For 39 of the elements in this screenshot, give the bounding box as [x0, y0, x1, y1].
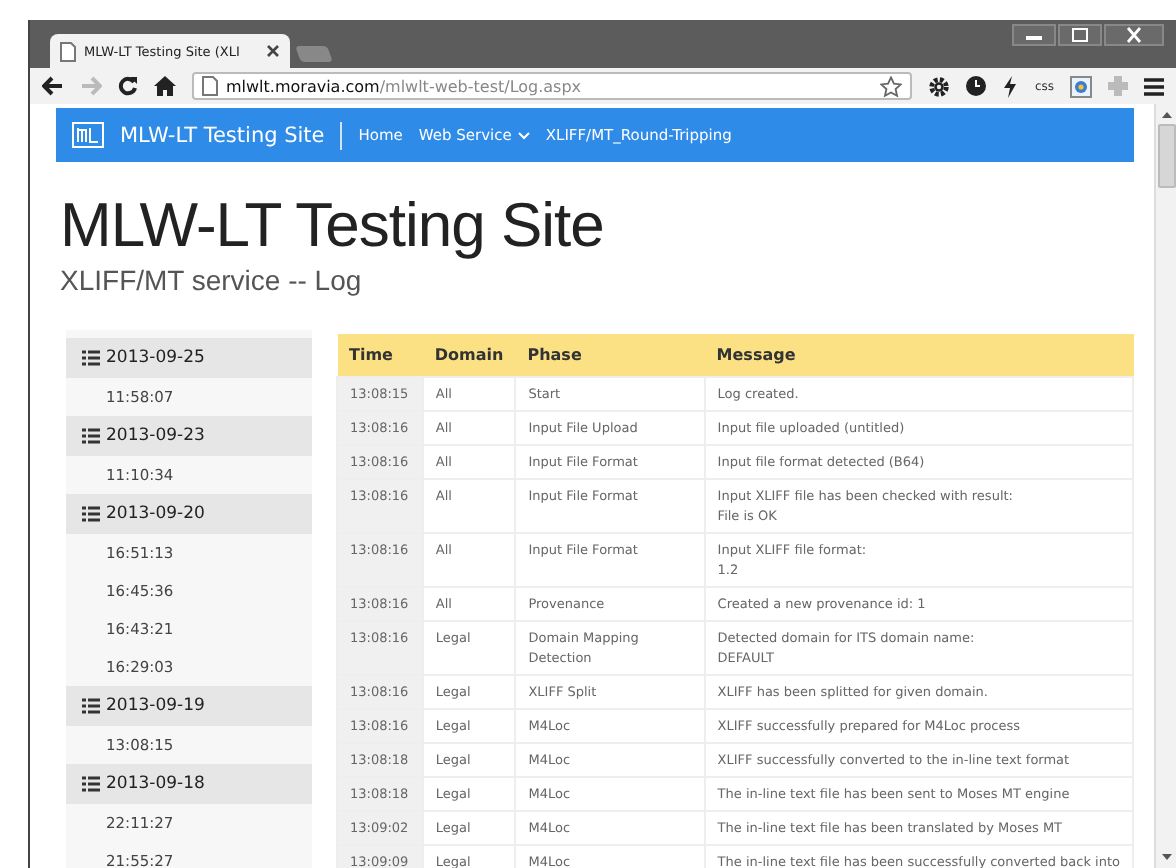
address-bar[interactable]: mlwlt.moravia.com/mlwlt-web-test/Log.aspx — [192, 72, 913, 100]
page-icon — [202, 76, 218, 96]
close-icon[interactable] — [266, 44, 280, 58]
reload-icon[interactable] — [118, 76, 138, 96]
date-heading[interactable]: 2013-09-20 — [66, 494, 312, 534]
date-heading[interactable]: 2013-09-18 — [66, 764, 312, 804]
clock-icon[interactable] — [966, 76, 987, 96]
logo-icon[interactable] — [72, 122, 104, 148]
column-header: Domain — [422, 334, 516, 377]
scrollbar[interactable] — [1154, 104, 1176, 868]
menu-icon[interactable] — [1144, 77, 1164, 95]
date-heading[interactable]: 2013-09-23 — [66, 416, 312, 456]
home-icon[interactable] — [154, 76, 176, 96]
list-icon — [82, 698, 100, 714]
list-icon — [82, 776, 100, 792]
date-heading[interactable]: 2013-09-19 — [66, 686, 312, 726]
list-icon — [82, 428, 100, 444]
list-icon — [82, 506, 100, 522]
minimize-icon[interactable] — [1012, 24, 1056, 46]
date-heading[interactable]: 2013-09-25 — [66, 338, 312, 378]
maximize-icon[interactable] — [1058, 24, 1102, 46]
star-icon[interactable] — [880, 75, 903, 97]
list-icon — [82, 350, 100, 366]
url-text: mlwlt.moravia.com/mlwlt-web-test/Log.aspx — [226, 77, 584, 95]
image-icon[interactable] — [1070, 75, 1092, 97]
scroll-down-icon[interactable] — [1161, 854, 1171, 860]
page-title: MLW-LT Testing Site — [60, 190, 606, 262]
lightning-icon[interactable] — [1002, 75, 1019, 97]
column-header: Message — [704, 334, 1133, 377]
gear-icon[interactable] — [928, 75, 951, 97]
page-icon — [60, 41, 76, 61]
column-header: Phase — [515, 334, 705, 377]
close-icon[interactable] — [1104, 24, 1164, 46]
scroll-up-icon[interactable] — [1161, 112, 1171, 118]
column-header: Time — [337, 334, 423, 377]
back-icon[interactable] — [42, 76, 64, 96]
page-subtitle: XLIFF/MT service -- Log — [60, 264, 364, 296]
scroll-thumb[interactable] — [1157, 124, 1175, 188]
brand-link[interactable]: MLW-LT Testing Site — [120, 123, 325, 147]
